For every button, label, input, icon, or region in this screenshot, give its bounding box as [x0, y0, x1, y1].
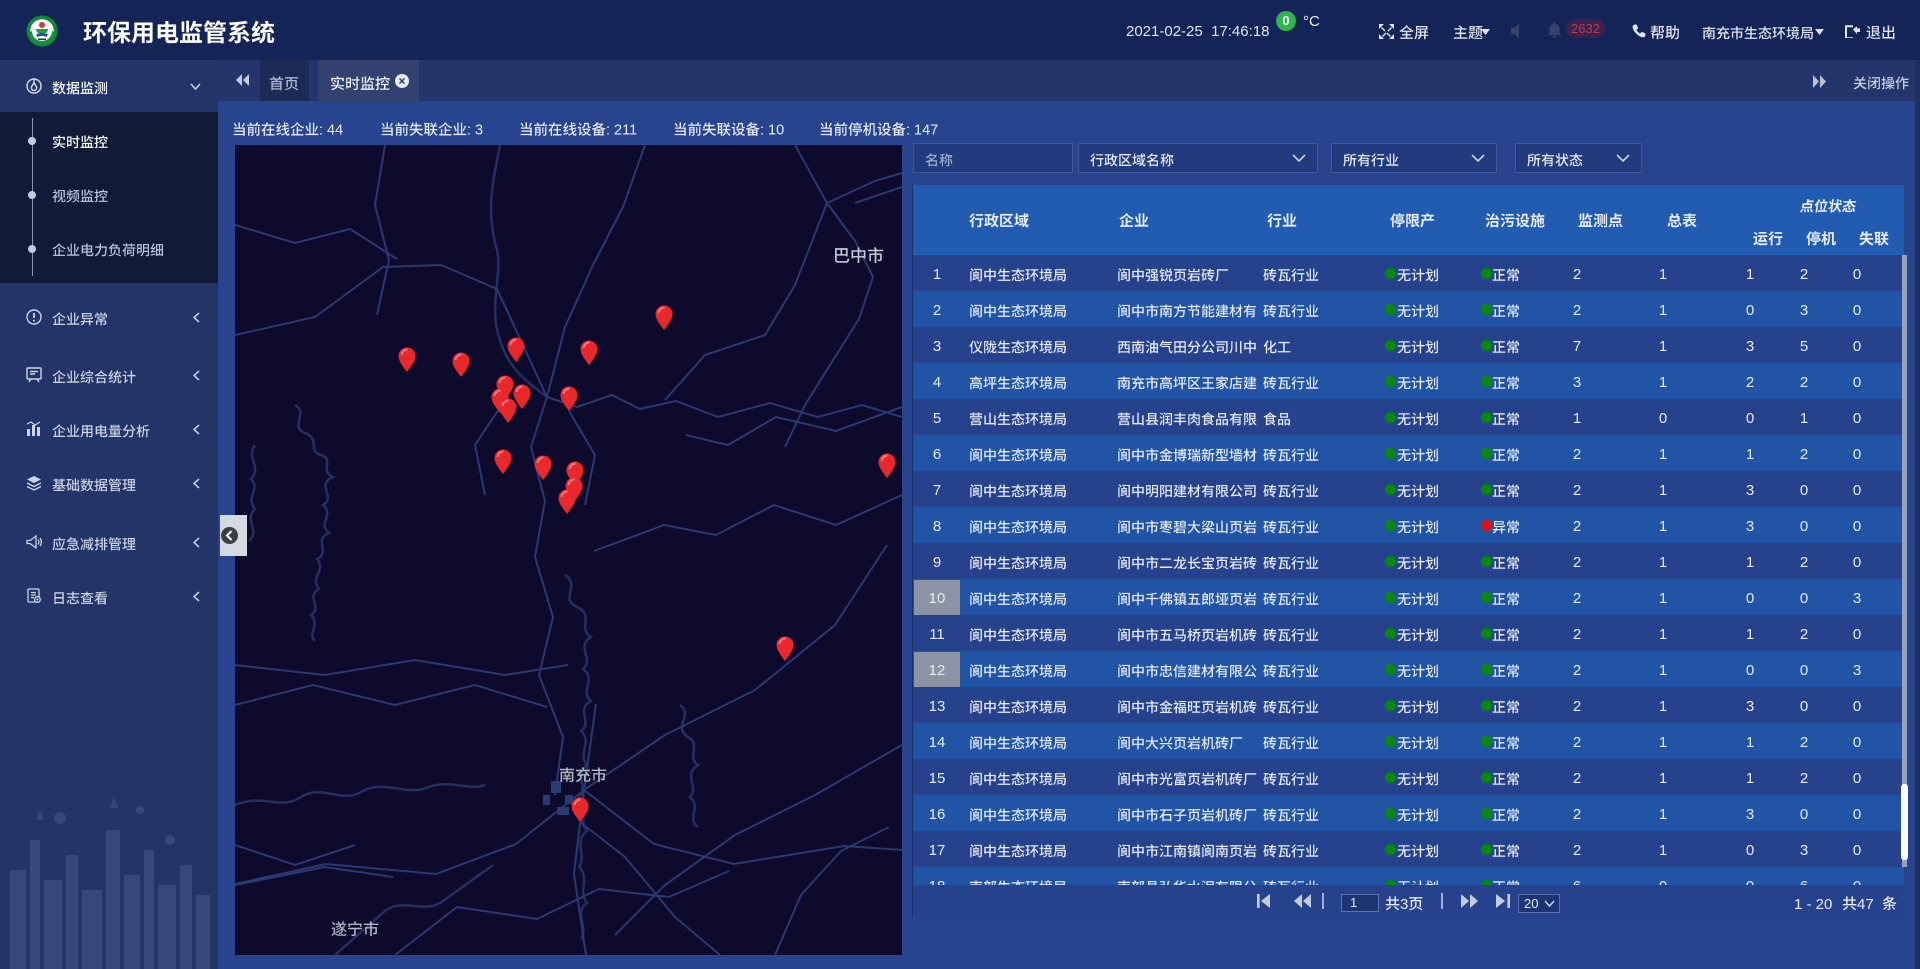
- svg-text:: 10: : 10: [760, 122, 784, 138]
- svg-text:: 44: : 44: [319, 122, 343, 138]
- svg-text:1 - 20: 1 - 20: [1794, 896, 1832, 913]
- svg-text:47: 47: [1857, 896, 1874, 913]
- svg-text:: 147: : 147: [906, 122, 938, 138]
- svg-text:: 3: : 3: [467, 122, 483, 138]
- svg-text:: 211: : 211: [606, 122, 637, 138]
- svg-text:3: 3: [1400, 896, 1408, 913]
